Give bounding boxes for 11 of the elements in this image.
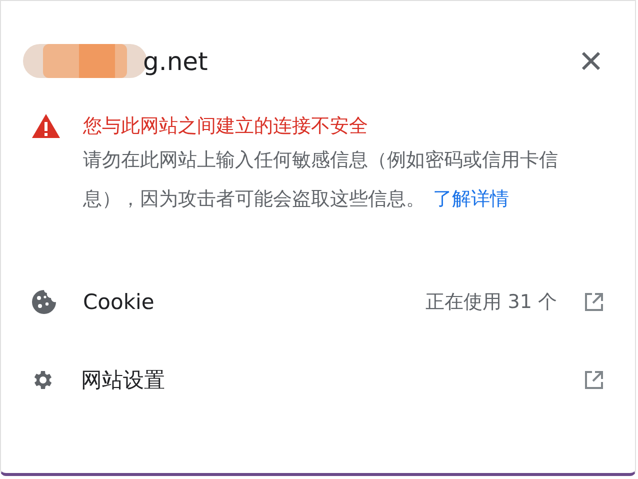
cookie-icon bbox=[31, 289, 57, 315]
learn-more-link[interactable]: 了解详情 bbox=[433, 188, 509, 210]
cookie-label[interactable]: Cookie bbox=[83, 290, 426, 314]
site-settings-label[interactable]: 网站设置 bbox=[81, 366, 583, 394]
warning-icon bbox=[31, 113, 61, 139]
warning-title: 您与此网站之间建立的连接不安全 bbox=[83, 114, 369, 139]
warning-message: 请勿在此网站上输入任何敏感信息（例如密码或信用卡信息），因为攻击者可能会盗取这些信息。 了解详情 bbox=[83, 148, 559, 212]
cookie-count: 正在使用 31 个 bbox=[426, 290, 557, 315]
external-link-icon[interactable] bbox=[583, 291, 605, 313]
external-link-icon[interactable] bbox=[583, 369, 605, 391]
site-domain: g.net bbox=[143, 46, 208, 76]
